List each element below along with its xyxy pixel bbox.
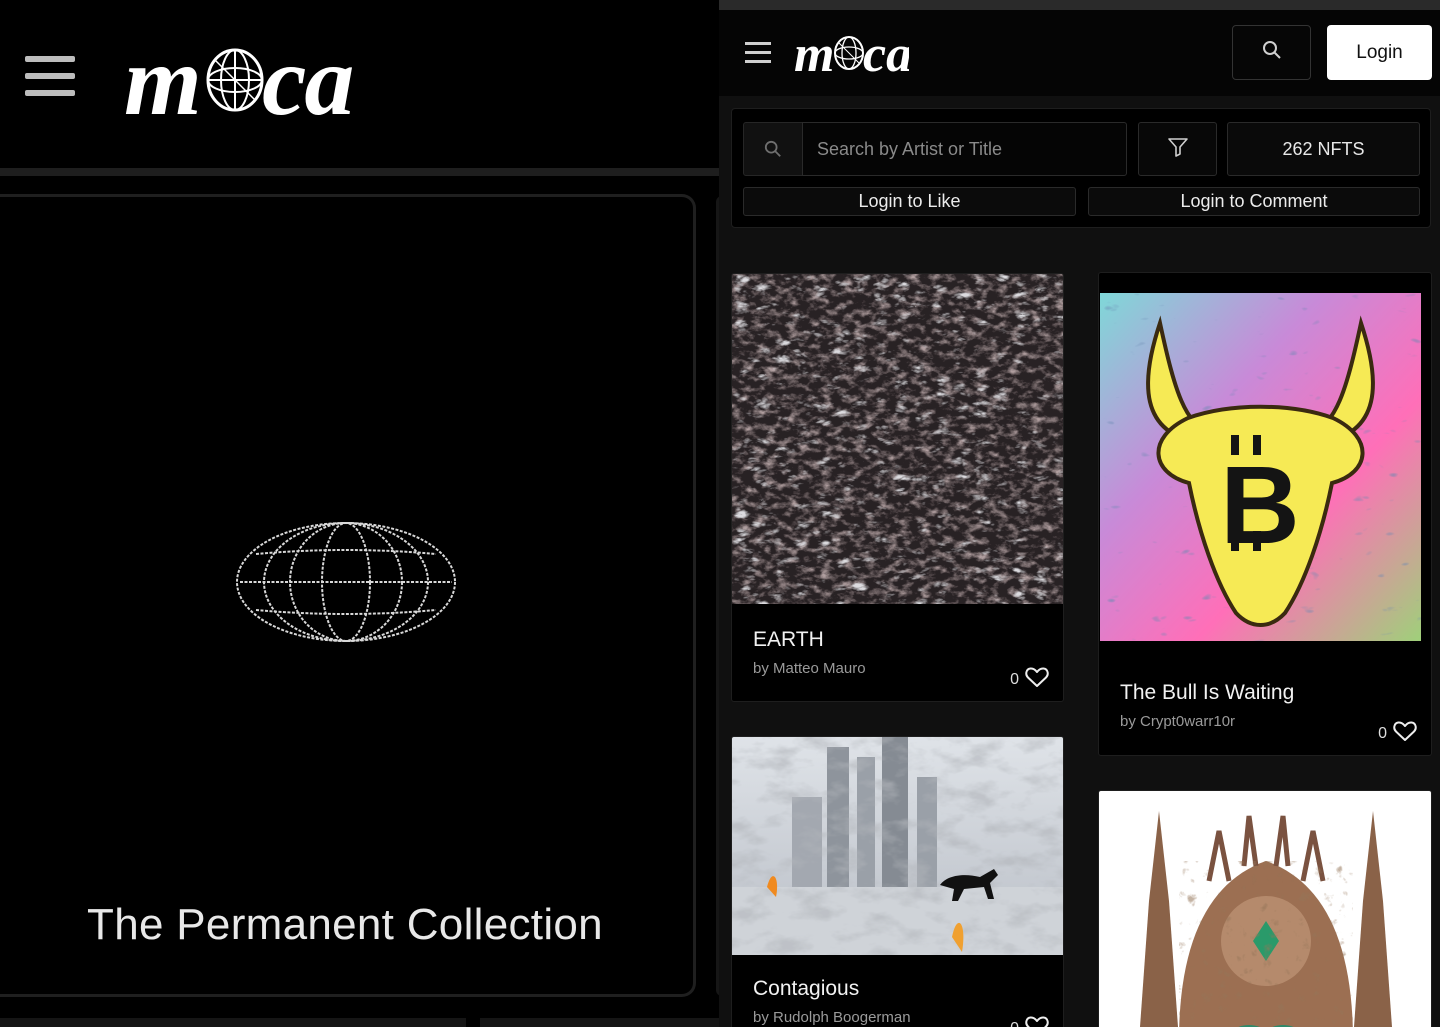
nft-artist[interactable]: by Rudolph Boogerman [753,1009,911,1026]
like-counter[interactable]: 0 [1010,1015,1049,1027]
moca-logo[interactable]: m ca [793,24,912,85]
nft-title[interactable]: EARTH [753,628,824,652]
filter-panel: 262 NFTS Login to Like Login to Comment [731,108,1431,228]
nft-card[interactable]: Contagious by Rudolph Boogerman 0 [731,736,1064,1027]
nft-artist[interactable]: by Crypt0warr10r [1120,713,1235,730]
svg-text:m: m [124,25,200,132]
nft-artwork-image[interactable] [1099,791,1431,1027]
svg-text:m: m [794,26,834,80]
nft-card[interactable] [1098,790,1432,1027]
filter-button[interactable] [1138,122,1217,176]
right-panel: m ca Login 262 [719,0,1440,1027]
moca-logo[interactable]: m ca [122,22,362,137]
search-icon [743,122,803,176]
hamburger-menu-icon[interactable] [745,42,771,66]
login-to-comment-button[interactable]: Login to Comment [1088,187,1420,216]
like-counter[interactable]: 0 [1010,666,1049,693]
nft-title[interactable]: The Bull Is Waiting [1120,681,1294,705]
nft-artwork-image[interactable] [732,274,1063,604]
like-counter[interactable]: 0 [1378,720,1417,747]
login-button[interactable]: Login [1327,25,1432,80]
heart-outline-icon[interactable] [1393,720,1417,747]
search-input[interactable] [802,122,1127,176]
heart-outline-icon[interactable] [1025,1015,1049,1027]
filter-funnel-icon [1167,136,1189,163]
hero-title: The Permanent Collection [87,900,603,949]
top-bar [719,0,1440,10]
nft-card[interactable]: EARTH by Matteo Mauro 0 [731,273,1064,702]
svg-text:ca: ca [262,25,352,132]
nft-card[interactable]: B The Bull Is Waiting by Crypt0warr10r 0 [1098,272,1432,756]
nft-artwork-image[interactable] [732,737,1063,955]
like-count: 0 [1010,1020,1019,1027]
svg-text:ca: ca [863,26,909,80]
left-header: m ca [0,0,719,168]
site-header: m ca Login [719,10,1440,96]
heart-outline-icon[interactable] [1025,666,1049,693]
left-panel: m ca The Permanent Collection [0,0,719,1027]
search-icon [1262,40,1282,65]
header-divider [0,168,719,176]
nft-artist[interactable]: by Matteo Mauro [753,660,866,677]
hamburger-menu-icon[interactable] [25,56,75,102]
like-count: 0 [1010,670,1019,688]
wireframe-globe-icon [232,518,460,651]
bottom-strip [0,1018,719,1027]
header-search-button[interactable] [1232,25,1311,80]
like-count: 0 [1378,724,1387,742]
nft-artwork-image[interactable]: B [1100,293,1421,641]
login-to-like-button[interactable]: Login to Like [743,187,1076,216]
nft-count-badge: 262 NFTS [1227,122,1420,176]
nft-title[interactable]: Contagious [753,977,859,1001]
